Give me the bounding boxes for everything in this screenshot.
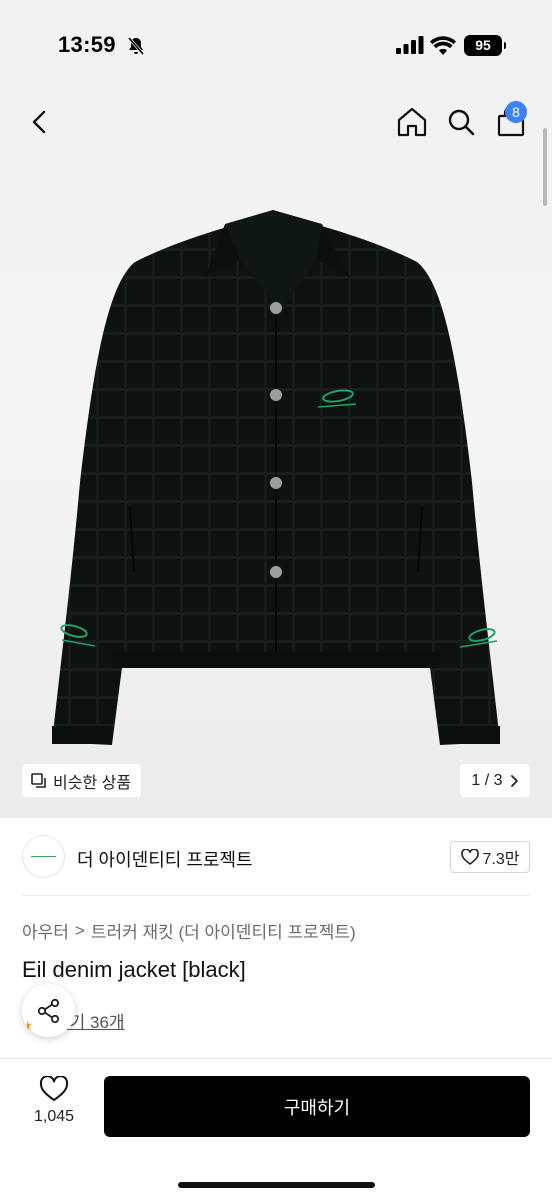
product-image-carousel[interactable] (0, 152, 552, 818)
share-icon (37, 998, 59, 1023)
wishlist-button[interactable]: 1,045 (22, 1076, 86, 1138)
brand-like-button[interactable]: 7.3만 (450, 841, 530, 873)
brand-logo[interactable] (22, 835, 65, 878)
page-indicator-text: 1 / 3 (471, 771, 503, 789)
copy-icon (31, 772, 46, 788)
home-indicator (178, 1182, 375, 1188)
similar-products-label: 비슷한 상품 (53, 774, 132, 792)
brand-logo-mark (31, 856, 56, 857)
wifi-icon (430, 36, 456, 55)
back-icon[interactable] (20, 102, 60, 142)
breadcrumb: 아우터 > 트러커 재킷 (더 아이덴티티 프로젝트) (22, 918, 356, 943)
chevron-right-icon (510, 774, 518, 787)
wishlist-count: 1,045 (33, 1108, 75, 1125)
battery-indicator: 95 (464, 35, 506, 56)
image-page-indicator[interactable]: 1 / 3 (460, 764, 530, 797)
heart-icon (39, 1076, 69, 1101)
orange-star-icon (27, 1020, 32, 1030)
breadcrumb-outer[interactable]: 아우터 (22, 918, 69, 943)
product-photo (52, 210, 500, 745)
signal-icon (396, 36, 424, 54)
breadcrumb-trucker-jacket[interactable]: 트러커 재킷 (더 아이덴티티 프로젝트) (91, 918, 356, 943)
bottom-bar-divider (0, 1058, 552, 1059)
nav-bar (0, 92, 552, 152)
buy-button[interactable]: 구매하기 (104, 1076, 530, 1137)
brand-like-count: 7.3만 (482, 851, 520, 868)
product-title: Eil denim jacket [black] (22, 957, 246, 982)
brand-name[interactable]: 더 아이덴티티 프로젝트 (77, 846, 253, 872)
brand-row: 더 아이덴티티 프로젝트 7.3만 (0, 818, 552, 896)
home-icon[interactable] (392, 102, 432, 142)
similar-products-button[interactable]: 비슷한 상품 (22, 764, 142, 797)
bell-off-icon (127, 37, 145, 55)
scrollbar[interactable] (543, 128, 547, 206)
divider (22, 895, 530, 896)
search-icon[interactable] (441, 102, 481, 142)
status-time: 13:59 (58, 32, 116, 57)
cart-badge: 8 (505, 101, 527, 123)
status-bar: 13:59 95 (0, 0, 552, 92)
heart-icon (460, 849, 479, 865)
breadcrumb-separator: > (74, 920, 85, 940)
